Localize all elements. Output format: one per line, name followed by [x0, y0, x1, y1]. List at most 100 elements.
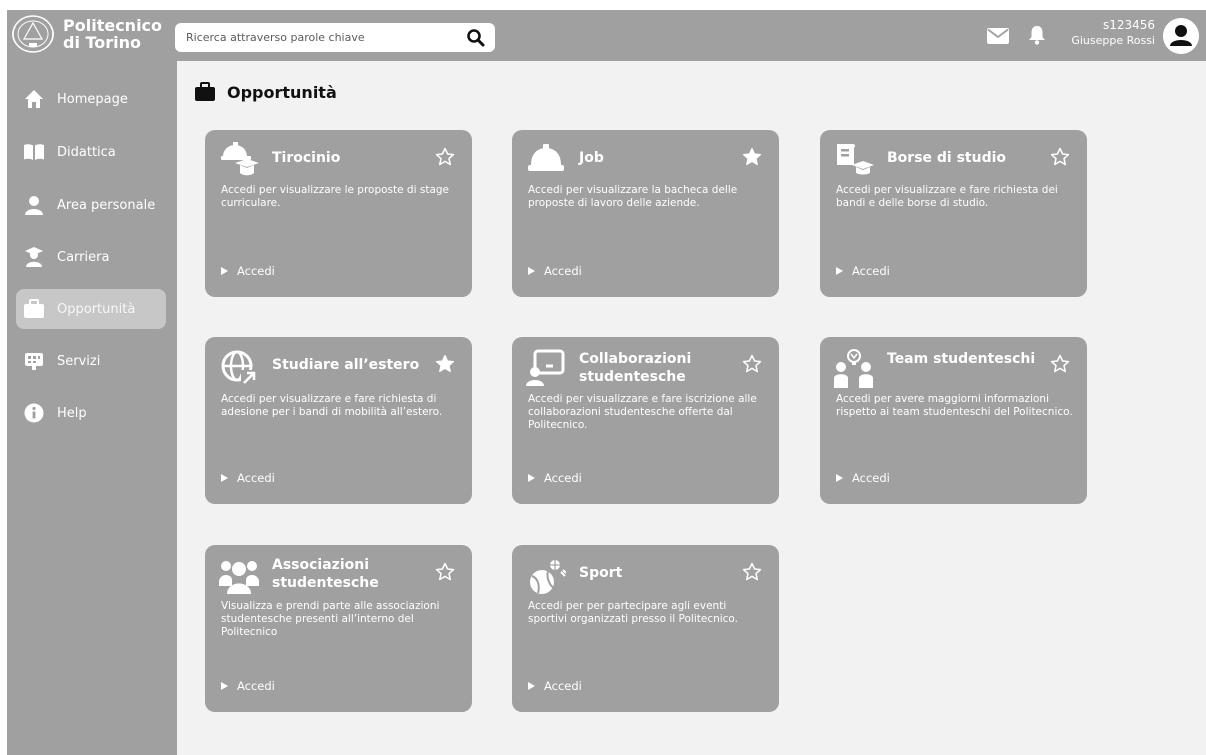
- accedi-label: Accedi: [544, 679, 582, 693]
- page-title: Opportunità: [195, 82, 337, 102]
- info-icon: [24, 403, 44, 423]
- card-collaborazioni-studentesche[interactable]: Collaborazioni studentesche Accedi per v…: [512, 337, 779, 504]
- accedi-link[interactable]: Accedi: [221, 679, 275, 693]
- accedi-label: Accedi: [852, 264, 890, 278]
- play-triangle-icon: [221, 474, 228, 482]
- accedi-label: Accedi: [544, 264, 582, 278]
- sidebar-item-label: Help: [57, 405, 87, 421]
- book-icon: [24, 144, 44, 160]
- card-description: Accedi per visualizzare le proposte di s…: [221, 184, 450, 209]
- play-triangle-icon: [528, 474, 535, 482]
- sidebar-item-area-personale[interactable]: Area personale: [16, 185, 166, 225]
- accedi-label: Accedi: [237, 471, 275, 485]
- card-job[interactable]: Job Accedi per visualizzare la bacheca d…: [512, 130, 779, 297]
- card-borse-di-studio[interactable]: Borse di studio Accedi per visualizzare …: [820, 130, 1087, 297]
- hardhat-icon: [528, 144, 564, 171]
- star-outline-icon[interactable]: [435, 562, 455, 582]
- card-title: Studiare all’estero: [272, 357, 420, 373]
- internship-icon: [221, 142, 259, 176]
- sidebar-item-didattica[interactable]: Didattica: [16, 132, 166, 172]
- accedi-link[interactable]: Accedi: [836, 264, 890, 278]
- play-triangle-icon: [221, 682, 228, 690]
- accedi-link[interactable]: Accedi: [836, 471, 890, 485]
- mail-icon[interactable]: [987, 28, 1009, 44]
- star-outline-icon[interactable]: [1050, 354, 1070, 374]
- card-description: Accedi per visualizzare e fare iscrizion…: [528, 393, 757, 431]
- page-title-text: Opportunità: [227, 82, 337, 102]
- play-triangle-icon: [528, 267, 535, 275]
- play-triangle-icon: [836, 474, 843, 482]
- accedi-link[interactable]: Accedi: [528, 264, 582, 278]
- card-description: Visualizza e prendi parte alle associazi…: [221, 600, 440, 638]
- card-description: Accedi per avere maggiorni informazioni …: [836, 393, 1073, 418]
- star-outline-icon[interactable]: [435, 147, 455, 167]
- sidebar-item-help[interactable]: Help: [16, 393, 166, 433]
- bell-icon[interactable]: [1028, 25, 1046, 45]
- accedi-link[interactable]: Accedi: [221, 471, 275, 485]
- user-name: Giuseppe Rossi: [1071, 34, 1155, 47]
- user-id: s123456: [1102, 18, 1155, 32]
- card-sport[interactable]: Sport Accedi per per partecipare agli ev…: [512, 545, 779, 712]
- card-description: Accedi per visualizzare e fare richiesta…: [836, 184, 1058, 209]
- top-bar: Politecnico di Torino s123456 Giuseppe R…: [7, 10, 1206, 61]
- polito-seal-icon: [12, 15, 54, 53]
- accedi-link[interactable]: Accedi: [221, 264, 275, 278]
- accedi-label: Accedi: [544, 471, 582, 485]
- card-title: Team studenteschi: [887, 351, 1036, 367]
- briefcase-icon: [24, 299, 44, 318]
- card-description: Accedi per visualizzare la bacheca delle…: [528, 184, 738, 209]
- sidebar-item-label: Servizi: [57, 353, 101, 369]
- scholarship-icon: [837, 144, 874, 175]
- card-team-studenteschi[interactable]: Team studenteschi Accedi per avere maggi…: [820, 337, 1087, 504]
- card-associazioni-studentesche[interactable]: Associazioni studentesche Visualizza e p…: [205, 545, 472, 712]
- sidebar-item-opportunita[interactable]: Opportunità: [16, 289, 166, 329]
- logo-text: Politecnico di Torino: [63, 17, 173, 51]
- app-window: Politecnico di Torino s123456 Giuseppe R…: [7, 10, 1206, 755]
- play-triangle-icon: [528, 682, 535, 690]
- search-input[interactable]: [175, 23, 445, 52]
- logo[interactable]: Politecnico di Torino: [10, 13, 173, 55]
- star-outline-icon[interactable]: [742, 354, 762, 374]
- sidebar-item-label: Carriera: [57, 249, 110, 265]
- avatar-icon[interactable]: [1163, 18, 1199, 54]
- services-icon: [25, 353, 43, 370]
- play-triangle-icon: [836, 267, 843, 275]
- search-icon[interactable]: [466, 28, 486, 48]
- sidebar-item-label: Didattica: [57, 144, 116, 160]
- star-outline-icon[interactable]: [1050, 147, 1070, 167]
- card-description: Accedi per per partecipare agli eventi s…: [528, 600, 739, 625]
- card-title: Sport: [579, 565, 623, 581]
- card-tirocinio[interactable]: Tirocinio Accedi per visualizzare le pro…: [205, 130, 472, 297]
- sidebar-item-servizi[interactable]: Servizi: [16, 341, 166, 381]
- home-icon: [25, 90, 43, 108]
- user-info: s123456 Giuseppe Rossi: [1047, 18, 1155, 48]
- star-filled-icon[interactable]: [742, 147, 762, 167]
- play-triangle-icon: [221, 267, 228, 275]
- accedi-label: Accedi: [852, 471, 890, 485]
- sidebar-item-label: Area personale: [57, 197, 156, 213]
- sidebar-item-label: Opportunità: [57, 301, 136, 317]
- globe-icon: [221, 350, 257, 386]
- logo-line1: Politecnico: [63, 16, 163, 35]
- card-title: Job: [579, 150, 604, 166]
- accedi-link[interactable]: Accedi: [528, 471, 582, 485]
- user-icon: [25, 196, 43, 215]
- card-studiare-all-estero[interactable]: Studiare all’estero Accedi per visualizz…: [205, 337, 472, 504]
- sport-icon: [530, 557, 566, 594]
- graduate-icon: [25, 247, 43, 267]
- accedi-label: Accedi: [237, 264, 275, 278]
- accedi-link[interactable]: Accedi: [528, 679, 582, 693]
- group-icon: [219, 561, 259, 594]
- sidebar-item-label: Homepage: [57, 91, 128, 107]
- card-title: Borse di studio: [887, 150, 1007, 166]
- sidebar-item-homepage[interactable]: Homepage: [16, 79, 166, 119]
- star-outline-icon[interactable]: [742, 562, 762, 582]
- sidebar-item-carriera[interactable]: Carriera: [16, 237, 166, 277]
- card-title: Tirocinio: [272, 150, 341, 166]
- presenter-icon: [526, 349, 565, 386]
- logo-line2: di Torino: [63, 33, 142, 52]
- team-icon: [834, 349, 873, 388]
- star-filled-icon[interactable]: [435, 354, 455, 374]
- briefcase-icon: [195, 82, 215, 101]
- sidebar: Homepage Didattica Area personale Carrie…: [7, 61, 177, 755]
